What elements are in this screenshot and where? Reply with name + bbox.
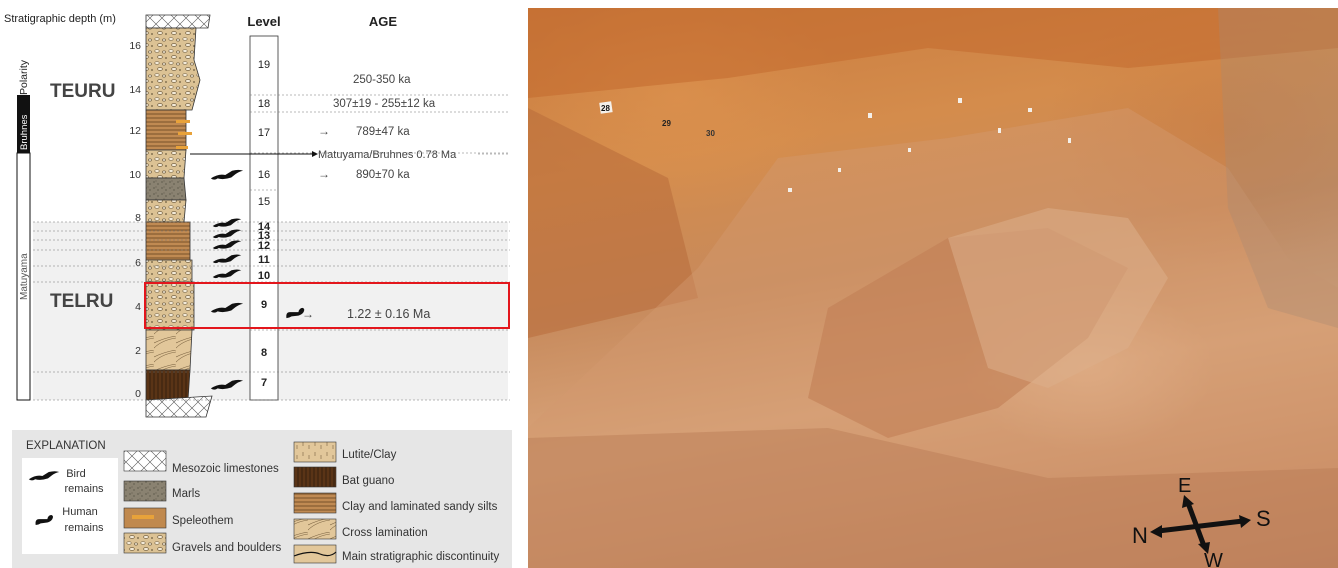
age-level-9: 1.22 ± 0.16 Ma [347, 307, 430, 321]
compass-w: W [1204, 550, 1223, 568]
level-17: 17 [258, 127, 270, 139]
legend-label-bat-guano: Bat guano [342, 475, 394, 487]
legend-swatch-gravels [123, 532, 167, 554]
age-header: AGE [369, 14, 398, 29]
age-level-17: 789±47 ka [356, 126, 410, 138]
compass-n: N [1132, 523, 1148, 548]
age-level-19: 250-350 ka [353, 74, 411, 86]
legend-title: EXPLANATION [26, 440, 106, 452]
level-column [249, 35, 279, 401]
photo-tag-28: 28 [601, 104, 610, 113]
age-boundary-label: Matuyama/Bruhnes 0.78 Ma [318, 149, 457, 161]
stratigraphic-figure: Stratigraphic depth (m) Polarity Bruhnes… [0, 0, 520, 568]
legend-label-marls: Marls [172, 488, 200, 500]
arrow-level-16: → [318, 167, 330, 181]
level-15: 15 [258, 196, 270, 208]
level-header: Level [247, 14, 280, 29]
legend-swatch-marls [123, 480, 167, 502]
depth-tick-4: 4 [135, 301, 141, 313]
legend-bird-label-line1: Bird [66, 468, 86, 480]
age-level-16: 890±70 ka [356, 169, 410, 181]
legend-label-limestone: Mesozoic limestones [172, 463, 279, 475]
arrow-level-9: → [302, 307, 314, 321]
level-8: 8 [261, 347, 267, 359]
depth-tick-14: 14 [129, 84, 141, 96]
legend-swatch-bat-guano [293, 466, 337, 488]
photo-tags: 28 29 30 [599, 101, 715, 138]
bird-icon [210, 169, 244, 180]
depth-tick-0: 0 [135, 388, 141, 400]
level-9: 9 [261, 299, 267, 311]
polarity-label-bruhnes: Bruhnes [19, 114, 30, 150]
arrow-level-17: → [318, 124, 330, 138]
photo-tag-30: 30 [706, 129, 715, 138]
excavation-photo-drawing: 28 29 30 N S E W [528, 8, 1338, 568]
legend-swatch-lutite [293, 441, 337, 463]
legend-label-lutite: Lutite/Clay [342, 449, 397, 461]
compass-e: E [1178, 475, 1191, 497]
photo-tag-29: 29 [662, 119, 671, 128]
depth-tick-10: 10 [129, 169, 141, 181]
level-18: 18 [258, 98, 270, 110]
legend-label-cross-lamination: Cross lamination [342, 527, 428, 539]
level-10: 10 [258, 270, 270, 282]
polarity-label-matuyama: Matuyama [19, 253, 30, 300]
polarity-title: Polarity [18, 59, 30, 95]
level-12: 12 [258, 240, 270, 252]
stratigraphic-column-diagram: Stratigraphic depth (m) Polarity Bruhnes… [4, 13, 512, 568]
legend-human-label-line1: Human [62, 506, 97, 518]
legend-swatch-cross-lamination [293, 518, 337, 540]
depth-tick-16: 16 [129, 40, 141, 52]
level-19: 19 [258, 59, 270, 71]
depth-axis-title: Stratigraphic depth (m) [4, 13, 116, 25]
level-11: 11 [258, 254, 270, 266]
excavation-photo: 28 29 30 N S E W [528, 8, 1338, 568]
depth-tick-2: 2 [135, 345, 141, 357]
legend-human-label-line2: remains [64, 522, 104, 534]
legend-label-gravels: Gravels and boulders [172, 542, 282, 554]
level-16: 16 [258, 169, 270, 181]
level-7: 7 [261, 377, 267, 389]
unit-label-telru: TELRU [50, 291, 113, 312]
depth-tick-12: 12 [129, 125, 141, 137]
legend-swatch-laminated [293, 492, 337, 514]
legend-bird-label-line2: remains [64, 483, 104, 495]
legend-label-laminated: Clay and laminated sandy silts [342, 501, 498, 513]
legend-label-discontinuity: Main stratigraphic discontinuity [342, 551, 499, 563]
depth-tick-6: 6 [135, 257, 141, 269]
compass-s: S [1256, 506, 1271, 531]
age-level-18: 307±19 - 255±12 ka [333, 98, 436, 110]
unit-label-teuru: TEURU [50, 81, 115, 102]
legend-swatch-limestone [123, 450, 167, 472]
age-labels: 250-350 ka 307±19 - 255±12 ka → 789±47 k… [318, 74, 457, 181]
legend-label-speleothem: Speleothem [172, 515, 233, 527]
